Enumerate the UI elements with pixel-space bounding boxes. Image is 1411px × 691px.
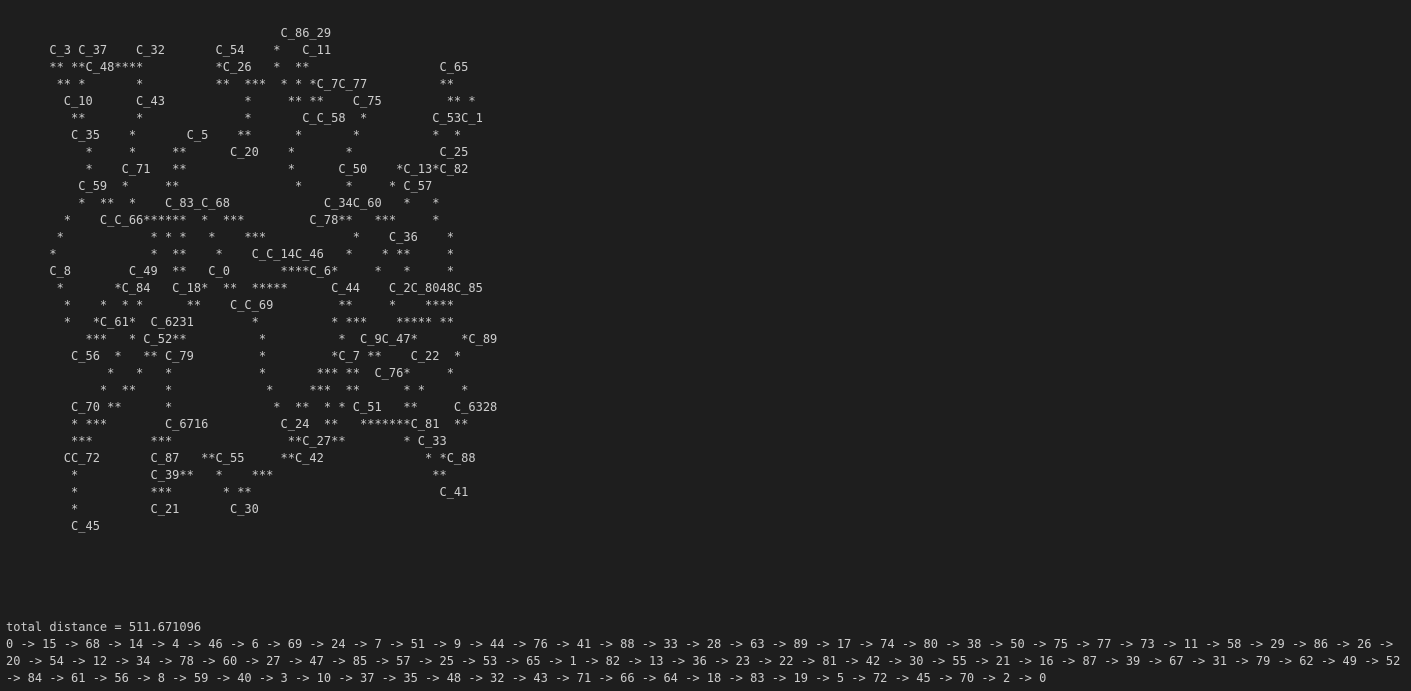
ascii-route-plot: C_86_29 C_3 C_37 C_32 C_54 * C_11 ** **C… <box>49 26 498 533</box>
terminal-panel[interactable]: C_86_29 C_3 C_37 C_32 C_54 * C_11 ** **C… <box>0 0 1411 691</box>
route-sequence-line: 0 -> 15 -> 68 -> 14 -> 4 -> 46 -> 6 -> 6… <box>6 637 1401 685</box>
total-distance-line: total distance = 511.671096 <box>6 620 202 634</box>
program-output: total distance = 511.671096 0 -> 15 -> 6… <box>6 619 1406 687</box>
